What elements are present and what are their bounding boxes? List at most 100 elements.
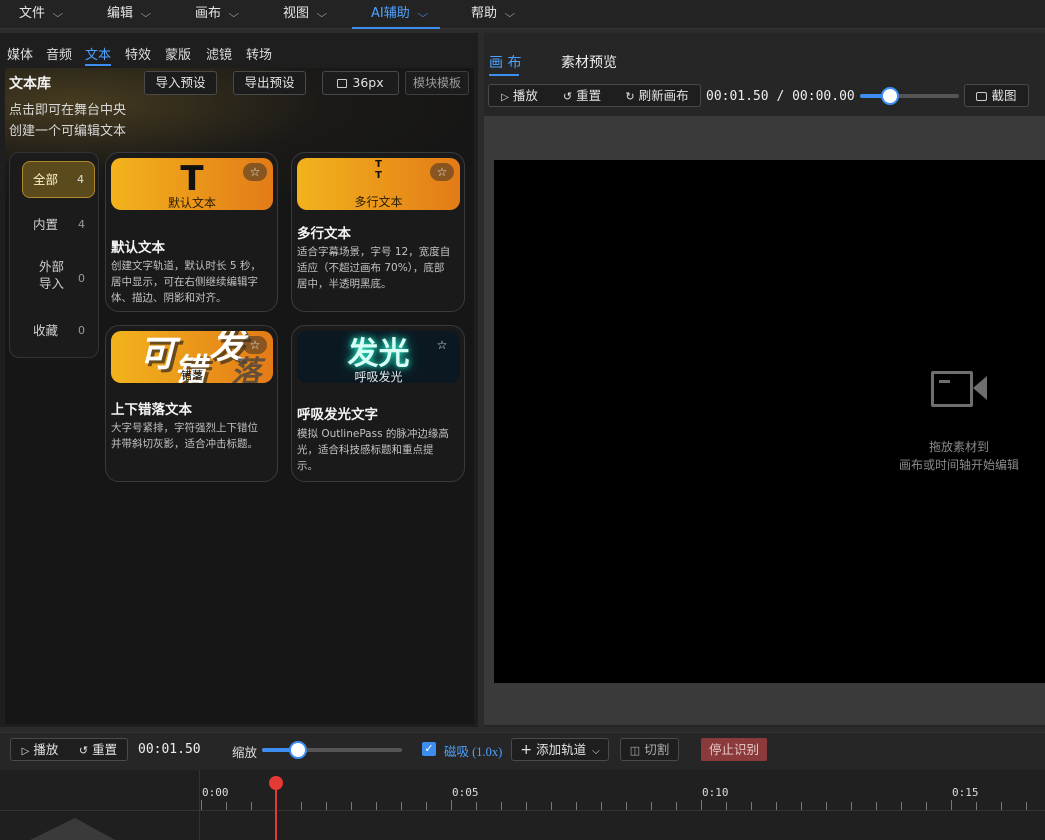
timeline-reset-button[interactable]: ↺ 重置 bbox=[69, 738, 128, 761]
slider-knob[interactable] bbox=[289, 741, 307, 759]
desc-line: 适应（不超过画布 70%），底部 bbox=[297, 262, 445, 274]
tab-effects[interactable]: 特效 bbox=[125, 44, 151, 63]
empty-hint-line: 画布或时间轴开始编辑 bbox=[898, 458, 1019, 472]
favorite-star-icon[interactable]: ☆ bbox=[430, 336, 454, 354]
play-icon: ▷ bbox=[501, 92, 509, 103]
menu-edit[interactable]: 编辑 ⌵ bbox=[107, 0, 151, 29]
import-preset-button[interactable]: 导入预设 bbox=[144, 71, 217, 95]
ruler-tick bbox=[326, 802, 327, 810]
desc-line: 体、描边、阴影和对齐。 bbox=[111, 292, 227, 304]
text-card-default[interactable]: T 默认文本 ☆ 默认文本 创建文字轨道，默认时长 5 秒， 居中显示，可在右侧… bbox=[105, 152, 278, 312]
desc-line: 并带斜切灰影，适合冲击标题。 bbox=[111, 438, 258, 450]
refresh-canvas-button[interactable]: ↻ 刷新画布 bbox=[614, 84, 701, 107]
timeline-time: 00:01.50 bbox=[138, 742, 201, 757]
module-template-button[interactable]: 模块模板 bbox=[405, 71, 469, 95]
menu-view-label: 视图 bbox=[283, 6, 310, 21]
ruler-tick bbox=[301, 802, 302, 810]
menu-help[interactable]: 帮助 ⌵ bbox=[471, 0, 516, 29]
text-card-staggered[interactable]: 可 错 发 落 错落 ☆ 上下错落文本 大字号紧排，字符强烈上下错位 并带斜切灰… bbox=[105, 325, 278, 482]
menu-view[interactable]: 视图 ⌵ bbox=[283, 0, 328, 29]
category-builtin[interactable]: 内置 4 bbox=[22, 208, 95, 242]
desc-line: 模拟 OutlinePass 的脉冲边缘高 bbox=[297, 428, 449, 440]
ruler-tick bbox=[701, 800, 702, 810]
ruler-tick bbox=[651, 802, 652, 810]
thumbnail-label: 默认文本 bbox=[167, 196, 216, 210]
favorite-star-icon[interactable]: ☆ bbox=[243, 163, 267, 181]
card-thumbnail: T 默认文本 ☆ bbox=[111, 158, 273, 210]
tab-filters[interactable]: 滤镜 bbox=[206, 44, 232, 63]
canvas-reset-button[interactable]: ↺ 重置 bbox=[550, 84, 615, 107]
text-card-glow[interactable]: 发光 呼吸发光 ☆ 呼吸发光文字 模拟 OutlinePass 的脉冲边缘高 光… bbox=[291, 325, 465, 482]
cut-button[interactable]: ◫ 切割 bbox=[620, 738, 679, 761]
thumbnail-char: 可 bbox=[139, 334, 176, 375]
add-track-button[interactable]: + 添加轨道 ⌵ bbox=[511, 738, 609, 761]
desc-line: 示。 bbox=[297, 460, 318, 472]
magnet-checkbox[interactable]: ✓ bbox=[422, 742, 436, 756]
menu-ai-assist[interactable]: AI辅助 ⌵ bbox=[352, 0, 440, 29]
ruler-tick bbox=[476, 802, 477, 810]
menu-canvas[interactable]: 画布 ⌵ bbox=[195, 0, 239, 29]
category-count: 0 bbox=[78, 272, 85, 285]
tab-media[interactable]: 媒体 bbox=[7, 44, 33, 63]
chevron-down-icon: ⌵ bbox=[504, 9, 516, 20]
canvas-play-button[interactable]: ▷ 播放 bbox=[488, 84, 551, 107]
time-separator: / bbox=[776, 89, 785, 104]
tab-audio[interactable]: 音频 bbox=[46, 44, 72, 63]
ruler-tick bbox=[826, 802, 827, 810]
text-card-multiline[interactable]: T T 多行文本 ☆ 多行文本 适合字幕场景，字号 12，宽度自 适应（不超过画… bbox=[291, 152, 465, 312]
canvas-tab-indicator bbox=[489, 74, 519, 76]
canvas-progress-slider[interactable] bbox=[860, 87, 959, 105]
tab-text[interactable]: 文本 bbox=[85, 44, 111, 63]
reset-label: 重置 bbox=[92, 742, 118, 757]
chevron-down-icon: ⌵ bbox=[52, 9, 64, 20]
category-external[interactable]: 外部 导入 0 bbox=[22, 258, 95, 298]
menu-file[interactable]: 文件 ⌵ bbox=[19, 0, 64, 29]
category-label: 全部 bbox=[33, 172, 59, 187]
ruler-tick bbox=[751, 802, 752, 810]
total-time: 00:00.00 bbox=[792, 89, 855, 104]
menu-edit-label: 编辑 bbox=[107, 6, 134, 21]
timeline-play-button[interactable]: ▷ 播放 bbox=[10, 738, 70, 761]
ruler-tick bbox=[426, 802, 427, 810]
tab-mask[interactable]: 蒙版 bbox=[165, 44, 191, 63]
playhead-handle[interactable] bbox=[269, 776, 283, 790]
chevron-down-icon: ⌵ bbox=[316, 9, 328, 20]
ruler-tick bbox=[976, 802, 977, 810]
image-icon bbox=[337, 79, 348, 88]
screenshot-button[interactable]: 截图 bbox=[964, 84, 1029, 107]
refresh-label: 刷新画布 bbox=[638, 88, 689, 103]
card-description: 适合字幕场景，字号 12，宽度自 适应（不超过画布 70%），底部 居中，半透明… bbox=[297, 244, 450, 292]
ruler-tick bbox=[351, 802, 352, 810]
zoom-label: 缩放 bbox=[232, 745, 258, 760]
card-thumbnail: T T 多行文本 ☆ bbox=[297, 158, 460, 210]
stop-recognition-button[interactable]: 停止识别 bbox=[701, 738, 767, 761]
time-ruler[interactable] bbox=[200, 770, 1045, 810]
card-title: 上下错落文本 bbox=[111, 402, 192, 418]
font-size-button[interactable]: 36px bbox=[322, 71, 399, 95]
tick-label: 0:00 bbox=[202, 786, 229, 799]
desc-line: 适合字幕场景，字号 12，宽度自 bbox=[297, 246, 451, 258]
category-favorites[interactable]: 收藏 0 bbox=[22, 314, 95, 348]
tab-transitions[interactable]: 转场 bbox=[246, 44, 272, 63]
ruler-tick bbox=[626, 802, 627, 810]
track-thumbnail bbox=[30, 818, 115, 840]
chevron-down-icon: ⌵ bbox=[592, 746, 600, 757]
tab-canvas[interactable]: 画 布 bbox=[489, 52, 521, 72]
ruler-tick bbox=[851, 802, 852, 810]
card-title: 多行文本 bbox=[297, 226, 351, 242]
thumbnail-label: 呼吸发光 bbox=[354, 370, 403, 383]
category-all[interactable]: 全部 4 bbox=[22, 161, 95, 198]
favorite-star-icon[interactable]: ☆ bbox=[430, 163, 454, 181]
category-label: 收藏 bbox=[33, 323, 59, 338]
font-size-label: 36px bbox=[352, 75, 384, 90]
export-preset-button[interactable]: 导出预设 bbox=[233, 71, 306, 95]
slider-knob[interactable] bbox=[881, 87, 899, 105]
tab-asset-preview[interactable]: 素材预览 bbox=[561, 52, 617, 72]
stage[interactable] bbox=[494, 160, 1045, 683]
ruler-tick bbox=[576, 802, 577, 810]
favorite-star-icon[interactable]: ☆ bbox=[243, 336, 267, 354]
ruler-tick bbox=[551, 802, 552, 810]
category-count: 4 bbox=[77, 173, 84, 186]
card-description: 模拟 OutlinePass 的脉冲边缘高 光，适合科技感标题和重点提 示。 bbox=[297, 426, 449, 474]
zoom-slider[interactable] bbox=[262, 741, 402, 759]
